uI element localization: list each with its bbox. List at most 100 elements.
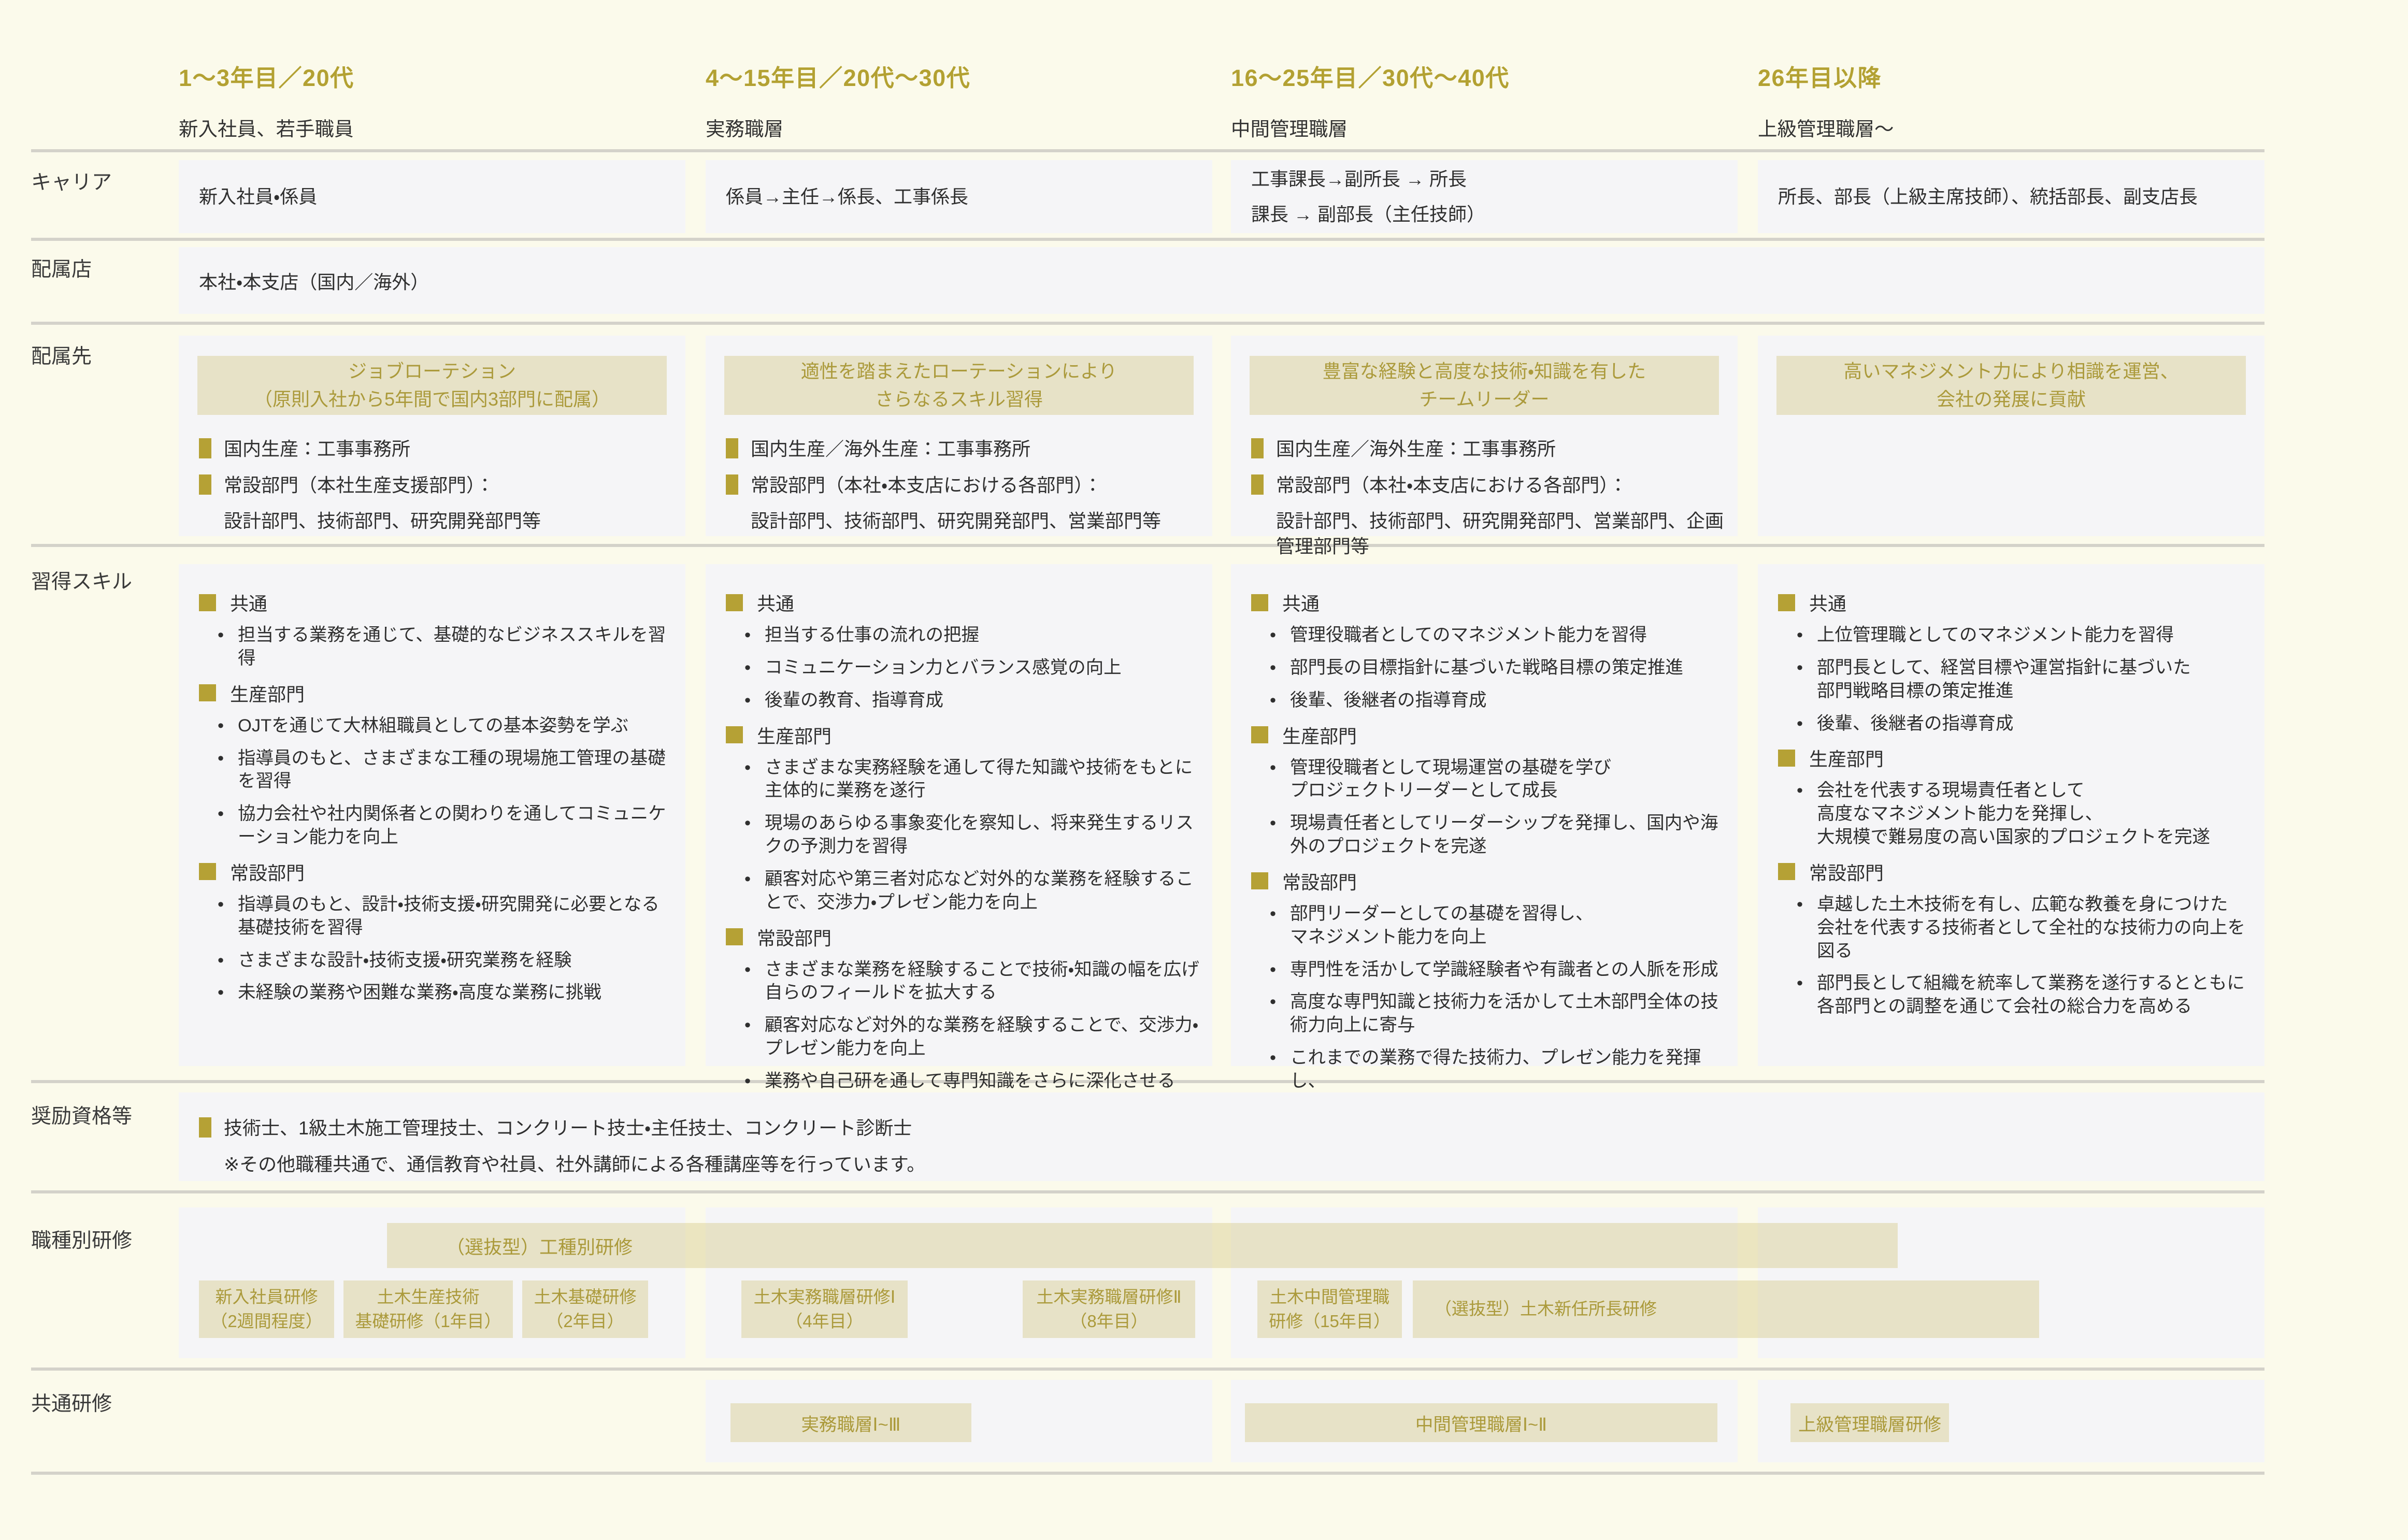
skills-item: •協力会社や社内関係者との関わりを通してコミュニケーション能力を向上 (218, 802, 673, 849)
skills-item: •業務や自己研を通して専門知識をさらに深化させる (744, 1070, 1200, 1093)
bullet-dot-icon: • (218, 624, 238, 670)
skills-item: •現場のあらゆる事象変化を察知し、将来発生するリスクの予測力を習得 (744, 812, 1200, 858)
skills-item-text: 部門長の目標指針に基づいた戦略目標の策定推進 (1290, 656, 1683, 680)
skills-item-text: 協力会社や社内関係者との関わりを通してコミュニケーション能力を向上 (238, 802, 673, 849)
divider (31, 544, 2264, 547)
skills-cell: 共通•担当する仕事の流れの把握•コミュニケーション力とバランス感覚の向上•後輩の… (706, 564, 1212, 1066)
bullet-dot-icon: • (218, 802, 238, 849)
skills-group-label: 常設部門 (757, 924, 832, 951)
divider (31, 1368, 2264, 1371)
skills-group-heading: 共通 (726, 589, 1200, 616)
assignment-item-text: 国内生産／海外生産：工事事務所 (1276, 437, 1556, 462)
bullet-square-icon (726, 726, 743, 743)
row-skills: 共通•担当する業務を通じて、基礎的なビジネススキルを習得生産部門•OJTを通じて… (0, 564, 2407, 1066)
skills-group-heading: 生産部門 (199, 680, 673, 707)
career-cell: 所長、部長（上級主席技師）、統括部長、副支店長 (1758, 160, 2264, 233)
skills-item-text: 部門リーダーとしての基礎を習得し、 マネジメント能力を向上 (1290, 902, 1593, 949)
skills-group-label: 生産部門 (1809, 744, 1884, 771)
career-cell: 新入社員・係員 (179, 160, 685, 233)
bullet-square-icon (199, 474, 211, 495)
skills-item-text: コミュニケーション力とバランス感覚の向上 (765, 656, 1122, 680)
bullet-square-icon (726, 928, 743, 945)
column-title: 26年目以降 (1758, 59, 2264, 93)
bullet-dot-icon: • (218, 747, 238, 794)
skills-group-heading: 常設部門 (1778, 858, 2252, 885)
skills-item: •部門長として、経営目標や運営指針に基づいた 部門戦略目標の策定推進 (1797, 656, 2252, 703)
skills-group-heading: 共通 (1778, 589, 2252, 616)
divider (31, 1472, 2264, 1475)
bullet-dot-icon: • (1797, 624, 1817, 647)
skills-item: •高度な専門知識と技術力を活かして土木部門全体の技術力向上に寄与 (1270, 990, 1725, 1037)
skills-item: •部門リーダーとしての基礎を習得し、 マネジメント能力を向上 (1270, 902, 1725, 949)
assignment-items: 国内生産／海外生産：工事事務所常設部門（本社・本支店における各部門）：設計部門、… (726, 437, 1200, 534)
skills-item-text: 指導員のもと、設計・技術支援・研究開発に必要となる基礎技術を習得 (238, 893, 673, 940)
skills-item-text: 指導員のもと、さまざまな工種の現場施工管理の基礎を習得 (238, 747, 673, 794)
job-training-banner: （選抜型）工種別研修 (387, 1223, 1898, 1268)
assignment-badge: ジョブローテション （原則入社から5年間で国内3部門に配属） (197, 356, 667, 415)
branch-cell: 本社・本支店（国内／海外） (179, 247, 2264, 314)
row-qualifications: 技術士、1級土木施工管理技士、コンクリート技士・主任技士、コンクリート診断士 ※… (0, 1092, 2407, 1181)
bullet-dot-icon: • (1270, 624, 1290, 647)
training-badge: 土木実務職層研修Ⅰ （4年目） (741, 1280, 908, 1338)
row-branch: 本社・本支店（国内／海外） (0, 247, 2407, 314)
skills-item-text: さまざまな業務を経験することで技術・知識の幅を広げ自らのフィールドを拡大する (765, 958, 1200, 1005)
skills-item: •後輩、後継者の指導育成 (1797, 712, 2252, 736)
qualifications-item: 技術士、1級土木施工管理技士、コンクリート技士・主任技士、コンクリート診断士 (199, 1116, 2246, 1141)
skills-group-heading: 生産部門 (726, 722, 1200, 749)
training-badge: 土木中間管理職 研修（15年目） (1257, 1280, 1402, 1338)
skills-item: •顧客対応や第三者対応など対外的な業務を経験することで、交渉力・プレゼン能力を向… (744, 868, 1200, 914)
column-subtitle: 中間管理職層 (1231, 113, 1738, 141)
skills-item-text: 卓越した土木技術を有し、広範な教養を身につけた 会社を代表する技術者として全社的… (1817, 893, 2252, 963)
column-subtitle: 上級管理職層〜 (1758, 113, 2264, 141)
bullet-square-icon (199, 684, 216, 701)
skills-item-text: 担当する仕事の流れの把握 (765, 624, 979, 647)
skills-item-text: 会社を代表する現場責任者として 高度なマネジメント能力を発揮し、 大規模で難易度… (1817, 779, 2210, 849)
assignment-items: 国内生産：工事事務所常設部門（本社生産支援部門）：設計部門、技術部門、研究開発部… (199, 437, 673, 534)
skills-item: •管理役職者としてのマネジメント能力を習得 (1270, 624, 1725, 647)
bullet-dot-icon: • (1270, 958, 1290, 982)
assignment-cell: ジョブローテション （原則入社から5年間で国内3部門に配属） 国内生産：工事事務所… (179, 336, 685, 536)
bullet-square-icon (199, 594, 216, 611)
bullet-square-icon (199, 863, 216, 880)
skills-group-label: 常設部門 (1282, 868, 1357, 895)
training-badge: 土木実務職層研修Ⅱ （8年目） (1023, 1280, 1195, 1338)
skills-group-label: 共通 (230, 589, 267, 616)
career-text: 係員→主任→係長、工事係長 (726, 185, 1212, 208)
divider (31, 238, 2264, 241)
divider (31, 1190, 2264, 1193)
assignment-cell: 豊富な経験と高度な技術・知識を有した チームリーダー国内生産／海外生産：工事事務… (1231, 336, 1738, 536)
column-subtitle: 実務職層 (706, 113, 1212, 141)
bullet-dot-icon: • (744, 689, 765, 712)
bullet-square-icon (1251, 726, 1268, 743)
column-title: 1〜3年目／20代 (179, 59, 685, 93)
skills-item-text: 上位管理職としてのマネジメント能力を習得 (1817, 624, 2174, 647)
skills-item: •会社を代表する現場責任者として 高度なマネジメント能力を発揮し、 大規模で難易… (1797, 779, 2252, 849)
skills-item-text: 後輩、後継者の指導育成 (1290, 689, 1487, 712)
skills-group-heading: 常設部門 (1251, 868, 1725, 895)
branch-text: 本社・本支店（国内／海外） (199, 267, 429, 294)
skills-group-heading: 常設部門 (199, 858, 673, 885)
column-header: 16〜25年目／30代〜40代中間管理職層 (1231, 59, 1738, 141)
bullet-square-icon (1778, 863, 1795, 880)
skills-item-text: 管理役職者として現場運営の基礎を学び プロジェクトリーダーとして成長 (1290, 756, 1611, 803)
bullet-dot-icon: • (1270, 689, 1290, 712)
qualifications-note: ※その他職種共通で、通信教育や社員、社外講師による各種講座等を行っています。 (224, 1152, 2246, 1177)
skills-item-text: 顧客対応など対外的な業務を経験することで、交渉力・プレゼン能力を向上 (765, 1014, 1200, 1060)
skills-group-label: 生産部門 (230, 680, 305, 707)
skills-item: •指導員のもと、さまざまな工種の現場施工管理の基礎を習得 (218, 747, 673, 794)
assignment-badge: 高いマネジメント力により相識を運営、 会社の発展に貢献 (1776, 356, 2246, 415)
bullet-square-icon (726, 594, 743, 611)
skills-item: •指導員のもと、設計・技術支援・研究開発に必要となる基礎技術を習得 (218, 893, 673, 940)
skills-item-text: 後輩、後継者の指導育成 (1817, 712, 2014, 736)
row-assignment: ジョブローテション （原則入社から5年間で国内3部門に配属） 国内生産：工事事務所… (0, 336, 2407, 536)
column-subtitle: 新入社員、若手職員 (179, 113, 685, 141)
bullet-dot-icon: • (1270, 902, 1290, 949)
assignment-cell: 高いマネジメント力により相識を運営、 会社の発展に貢献 (1758, 336, 2264, 536)
skills-group-label: 常設部門 (1809, 858, 1884, 885)
skills-item-text: 管理役職者としてのマネジメント能力を習得 (1290, 624, 1647, 647)
skills-item-text: 未経験の業務や困難な業務・高度な業務に挑戦 (238, 981, 601, 1004)
skills-group-label: 共通 (1282, 589, 1320, 616)
row-career: 新入社員・係員係員→主任→係長、工事係長工事課長→副所長 → 所長課長 → 副部… (0, 160, 2407, 233)
skills-item: •管理役職者として現場運営の基礎を学び プロジェクトリーダーとして成長 (1270, 756, 1725, 803)
career-text: 課長 → 副部長（主任技師） (1251, 203, 1738, 225)
